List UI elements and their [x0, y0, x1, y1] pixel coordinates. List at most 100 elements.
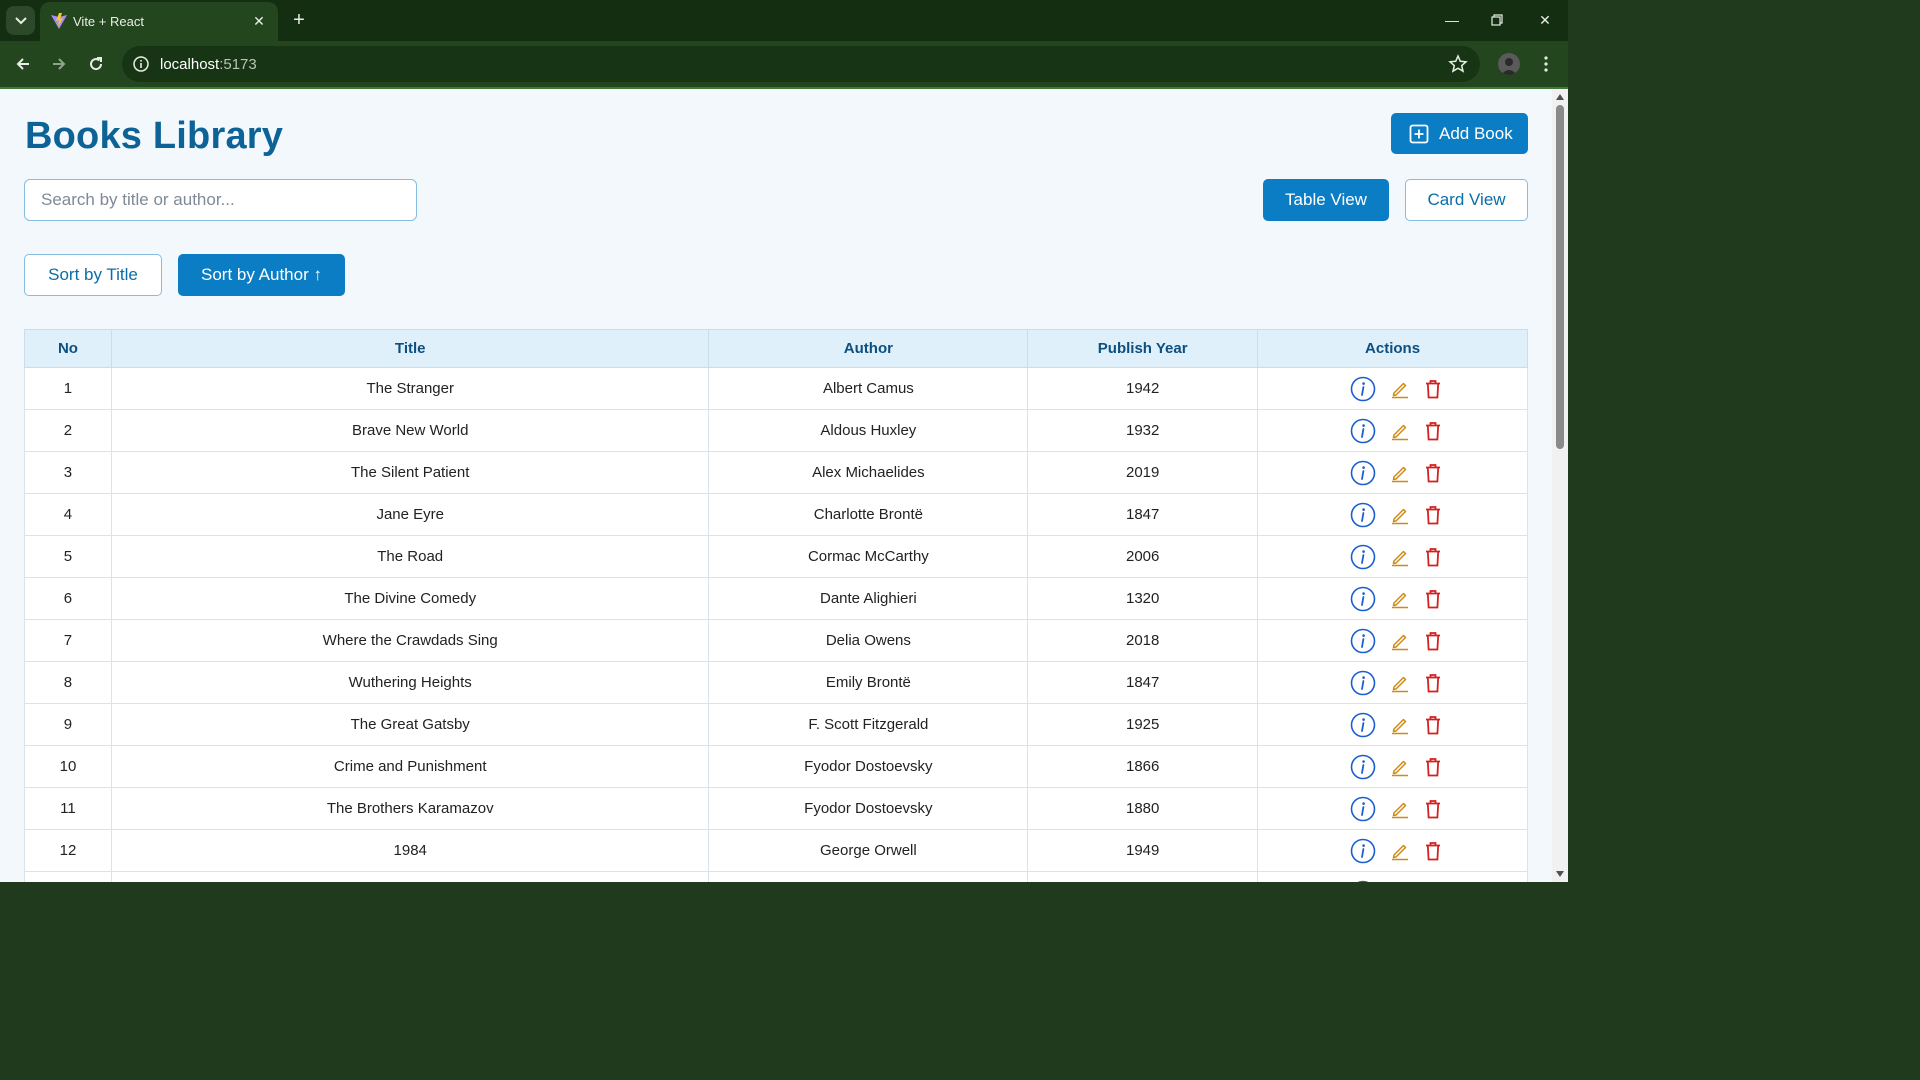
info-circle-icon[interactable]: [1350, 544, 1376, 570]
pencil-icon[interactable]: [1390, 757, 1410, 777]
bookmark-star-icon[interactable]: [1448, 54, 1468, 74]
minimize-icon[interactable]: —: [1437, 8, 1467, 32]
cell-author: George Orwell: [708, 829, 1029, 872]
pencil-icon[interactable]: [1390, 841, 1410, 861]
cell-publish-year: 1847: [1027, 493, 1259, 536]
trash-icon[interactable]: [1424, 757, 1442, 777]
page-scrollbar[interactable]: [1552, 89, 1568, 882]
info-circle-icon[interactable]: [1350, 754, 1376, 780]
card-view-button[interactable]: Card View: [1405, 179, 1528, 221]
trash-icon[interactable]: [1424, 379, 1442, 399]
trash-icon[interactable]: [1424, 841, 1442, 861]
search-input[interactable]: [24, 179, 417, 221]
table-row: 9 The Great Gatsby F. Scott Fitzgerald 1925: [24, 703, 1528, 746]
info-circle-icon[interactable]: [1350, 880, 1376, 882]
cell-no: 12: [24, 829, 112, 872]
cell-actions: [1257, 661, 1528, 704]
plus-square-icon: [1409, 124, 1429, 143]
sort-by-title-button[interactable]: Sort by Title: [24, 254, 162, 296]
info-circle-icon[interactable]: [1350, 838, 1376, 864]
cell-author: Dante Alighieri: [708, 577, 1029, 620]
header-author: Author: [708, 329, 1029, 368]
scrollbar-thumb[interactable]: [1556, 105, 1564, 449]
cell-actions: [1257, 619, 1528, 662]
tab-title: Vite + React: [73, 14, 144, 29]
cell-no: 6: [24, 577, 112, 620]
info-circle-icon[interactable]: [1350, 796, 1376, 822]
header-actions: Actions: [1257, 329, 1528, 368]
cell-title: Brave New World: [110, 409, 710, 452]
trash-icon[interactable]: [1424, 463, 1442, 483]
cell-publish-year: 1949: [1027, 829, 1259, 872]
pencil-icon[interactable]: [1390, 547, 1410, 567]
cell-author: Delia Owens: [708, 619, 1029, 662]
pencil-icon[interactable]: [1390, 673, 1410, 693]
trash-icon[interactable]: [1424, 673, 1442, 693]
close-window-icon[interactable]: ✕: [1530, 8, 1560, 32]
pencil-icon[interactable]: [1390, 589, 1410, 609]
trash-icon[interactable]: [1424, 547, 1442, 567]
cell-no: 3: [24, 451, 112, 494]
cell-no: 9: [24, 703, 112, 746]
forward-icon[interactable]: [46, 51, 72, 77]
trash-icon[interactable]: [1424, 505, 1442, 525]
cell-title: The Brothers Karamazov: [110, 787, 710, 830]
scroll-up-arrow[interactable]: [1556, 94, 1564, 100]
cell-publish-year: 2019: [1027, 451, 1259, 494]
info-circle-icon[interactable]: [1350, 376, 1376, 402]
trash-icon[interactable]: [1424, 631, 1442, 651]
tab-search-button[interactable]: [6, 6, 35, 35]
cell-author: Cormac McCarthy: [708, 535, 1029, 578]
cell-no: 8: [24, 661, 112, 704]
trash-icon[interactable]: [1424, 715, 1442, 735]
cell-actions: [1257, 703, 1528, 746]
info-circle-icon[interactable]: [1350, 670, 1376, 696]
cell-actions: [1257, 535, 1528, 578]
table-row: 11 The Brothers Karamazov Fyodor Dostoevsk…: [24, 787, 1528, 830]
cell-actions: [1257, 367, 1528, 410]
cell-title: The Great Gatsby: [110, 703, 710, 746]
sort-by-author-button[interactable]: Sort by Author ↑: [178, 254, 345, 296]
browser-tab-active[interactable]: Vite + React ✕: [40, 2, 278, 41]
menu-kebab-icon[interactable]: [1536, 53, 1556, 75]
info-circle-icon[interactable]: [1350, 502, 1376, 528]
page-content: Books Library Add Book Table View Card V…: [0, 89, 1552, 882]
pencil-icon[interactable]: [1390, 421, 1410, 441]
cell-publish-year: [1027, 871, 1259, 882]
table-row: 6 The Divine Comedy Dante Alighieri 1320: [24, 577, 1528, 620]
reload-icon[interactable]: [83, 51, 109, 77]
pencil-icon[interactable]: [1390, 631, 1410, 651]
books-table: No Title Author Publish Year Actions 1 Th…: [24, 329, 1528, 882]
info-circle-icon[interactable]: [1350, 628, 1376, 654]
chevron-down-icon: [14, 16, 27, 24]
cell-no: 7: [24, 619, 112, 662]
profile-avatar[interactable]: [1498, 53, 1520, 75]
scroll-down-arrow[interactable]: [1556, 871, 1564, 877]
info-circle-icon[interactable]: [1350, 460, 1376, 486]
restore-icon[interactable]: [1482, 8, 1512, 32]
info-circle-icon[interactable]: [1350, 418, 1376, 444]
trash-icon[interactable]: [1424, 799, 1442, 819]
cell-title: The Silent Patient: [110, 451, 710, 494]
table-row: 7 Where the Crawdads Sing Delia Owens 2018: [24, 619, 1528, 662]
info-circle-icon[interactable]: [1350, 712, 1376, 738]
trash-icon[interactable]: [1424, 421, 1442, 441]
address-bar[interactable]: localhost:5173: [122, 46, 1480, 82]
pencil-icon[interactable]: [1390, 463, 1410, 483]
add-book-label: Add Book: [1439, 123, 1513, 143]
info-circle-icon[interactable]: [1350, 586, 1376, 612]
trash-icon[interactable]: [1424, 589, 1442, 609]
pencil-icon[interactable]: [1390, 799, 1410, 819]
pencil-icon[interactable]: [1390, 379, 1410, 399]
new-tab-icon[interactable]: +: [288, 9, 310, 31]
site-info-icon[interactable]: [132, 55, 150, 73]
close-tab-icon[interactable]: ✕: [250, 12, 268, 30]
cell-no: 4: [24, 493, 112, 536]
table-view-button[interactable]: Table View: [1263, 179, 1389, 221]
add-book-button[interactable]: Add Book: [1391, 113, 1528, 154]
back-icon[interactable]: [10, 51, 36, 77]
vite-logo-icon: [51, 13, 67, 29]
pencil-icon[interactable]: [1390, 505, 1410, 525]
pencil-icon[interactable]: [1390, 715, 1410, 735]
url-text: localhost:5173: [160, 56, 257, 73]
